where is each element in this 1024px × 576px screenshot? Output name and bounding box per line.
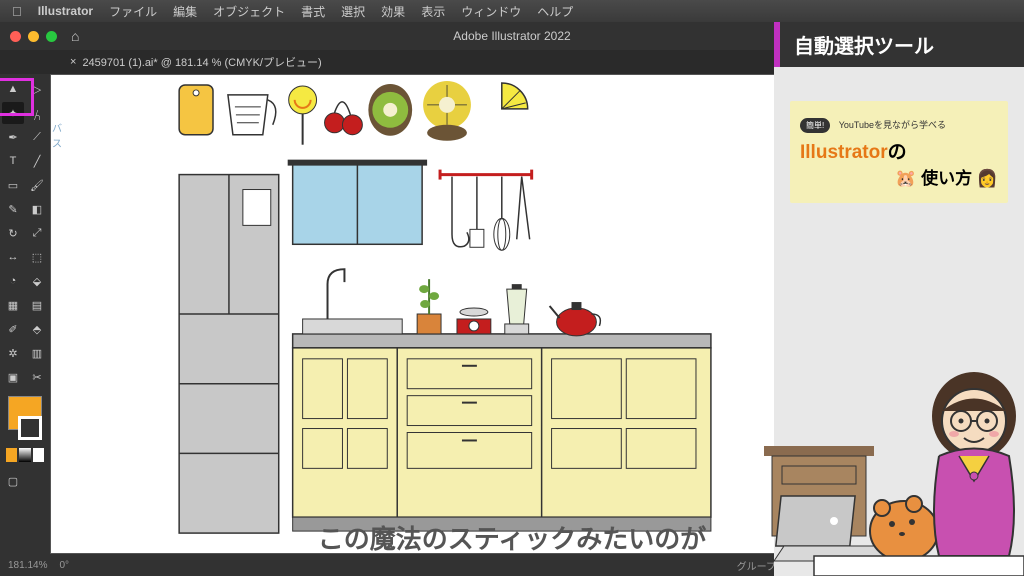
menu-window[interactable]: ウィンドウ (461, 3, 521, 20)
course-badge: 簡単! (800, 118, 830, 133)
artwork-illustration (51, 75, 853, 553)
close-button[interactable] (10, 31, 21, 42)
selection-tool[interactable]: ▲ (2, 78, 24, 100)
slice-tool[interactable]: ✂ (26, 366, 48, 388)
home-icon[interactable]: ⌂ (71, 28, 79, 44)
none-mode-swatch[interactable] (33, 448, 44, 462)
menu-help[interactable]: ヘルプ (537, 3, 573, 20)
stroke-color-swatch[interactable] (18, 416, 42, 440)
canvas-hint-label: バス (52, 120, 62, 150)
menu-edit[interactable]: 編集 (173, 3, 197, 20)
video-subtitle: この魔法のスティックみたいのが (318, 519, 706, 556)
screen-mode-tool[interactable]: ▢ (2, 470, 24, 492)
artboard-tool[interactable]: ▣ (2, 366, 24, 388)
menu-file[interactable]: ファイル (109, 3, 157, 20)
macos-menubar:  Illustrator ファイル 編集 オブジェクト 書式 選択 効果 表示… (0, 0, 1024, 22)
apple-logo-icon:  (12, 4, 22, 19)
menu-object[interactable]: オブジェクト (213, 3, 285, 20)
lasso-tool[interactable]: ႓ (26, 102, 48, 124)
zoom-level[interactable]: 181.14% (8, 560, 47, 571)
shape-builder-tool[interactable]: ◔ (2, 270, 24, 292)
mesh-tool[interactable]: ▦ (2, 294, 24, 316)
course-no: の (888, 142, 907, 163)
window-controls (10, 31, 57, 42)
graph-tool[interactable]: ▥ (26, 342, 48, 364)
app-name[interactable]: Illustrator (38, 4, 93, 18)
rectangle-tool[interactable]: ▭ (2, 174, 24, 196)
course-subtitle: YouTubeを見ながら学べる (839, 120, 946, 130)
color-mode-swatch[interactable] (6, 448, 17, 462)
rotation-status[interactable]: 0° (59, 560, 69, 571)
eyedropper-tool[interactable]: ✐ (2, 318, 24, 340)
gradient-tool[interactable]: ▤ (26, 294, 48, 316)
paintbrush-tool[interactable]: 🖌 (26, 174, 48, 196)
pen-tool[interactable]: ✒ (2, 126, 24, 148)
shaper-tool[interactable]: ✎ (2, 198, 24, 220)
type-tool[interactable]: T (2, 150, 24, 172)
course-brand: Illustrator (800, 142, 888, 163)
menu-type[interactable]: 書式 (301, 3, 325, 20)
blend-tool[interactable]: ⬘ (26, 318, 48, 340)
toolbox: ▲▷ ✦႓ ✒⟋ T╱ ▭🖌 ✎◧ ↻⤢ ↔⬚ ◔⬙ ▦▤ ✐⬘ ✲▥ ▣✂ ▢… (0, 74, 50, 554)
canvas[interactable] (50, 74, 854, 554)
eraser-tool[interactable]: ◧ (26, 198, 48, 220)
window-title: Adobe Illustrator 2022 (453, 29, 570, 43)
curvature-tool[interactable]: ⟋ (26, 126, 48, 148)
width-tool[interactable]: ↔ (2, 246, 24, 268)
maximize-button[interactable] (46, 31, 57, 42)
course-card: 簡単! YouTubeを見ながら学べる Illustratorの 🐹 使い方 👩 (790, 101, 1008, 203)
tab-label: 2459701 (1).ai* @ 181.14 % (CMYK/プレビュー) (82, 54, 321, 70)
perspective-tool[interactable]: ⬙ (26, 270, 48, 292)
magic-wand-tool[interactable]: ✦ (2, 102, 24, 124)
minimize-button[interactable] (28, 31, 39, 42)
direct-selection-tool[interactable]: ▷ (26, 78, 48, 100)
tab-close-icon[interactable]: × (70, 56, 76, 68)
menu-select[interactable]: 選択 (341, 3, 365, 20)
rotate-tool[interactable]: ↻ (2, 222, 24, 244)
line-tool[interactable]: ╱ (26, 150, 48, 172)
free-transform-tool[interactable]: ⬚ (26, 246, 48, 268)
gradient-mode-swatch[interactable] (19, 448, 30, 462)
menu-effect[interactable]: 効果 (381, 3, 405, 20)
overlay-title: 自動選択ツール (774, 22, 1024, 67)
menu-view[interactable]: 表示 (421, 3, 445, 20)
presenter-illustration (764, 316, 1024, 576)
symbol-sprayer-tool[interactable]: ✲ (2, 342, 24, 364)
course-use: 使い方 (921, 169, 972, 188)
scale-tool[interactable]: ⤢ (26, 222, 48, 244)
document-tab[interactable]: × 2459701 (1).ai* @ 181.14 % (CMYK/プレビュー… (60, 54, 332, 70)
video-overlay: 自動選択ツール 簡単! YouTubeを見ながら学べる Illustratorの… (774, 22, 1024, 576)
